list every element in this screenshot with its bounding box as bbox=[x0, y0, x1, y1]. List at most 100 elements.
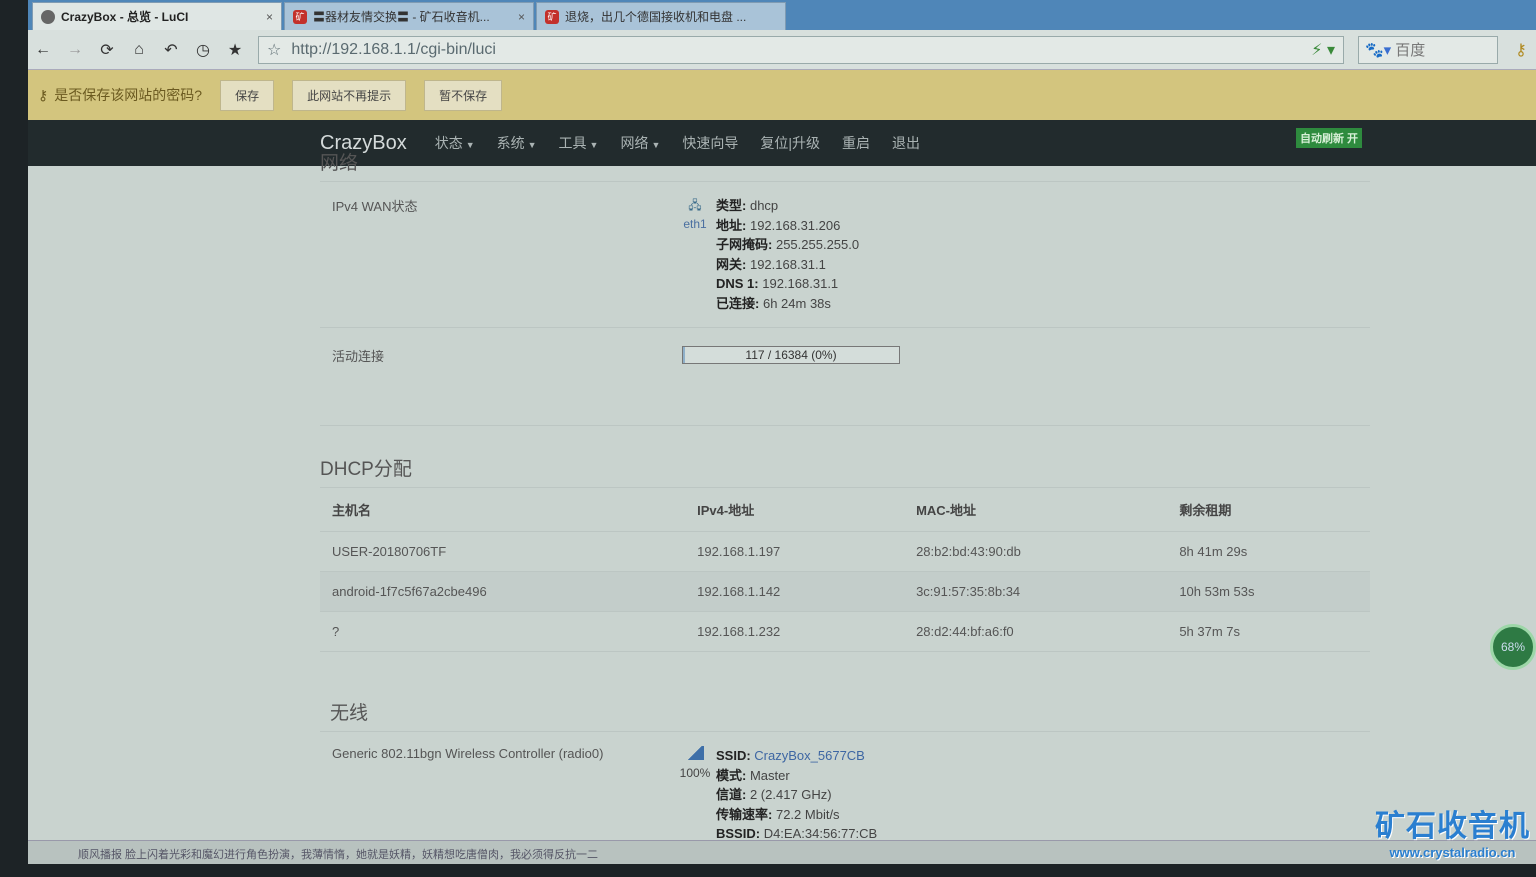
field-key: 已连接: bbox=[716, 295, 760, 311]
active-connections-row: 活动连接 117 / 16384 (0%) bbox=[320, 328, 1370, 426]
field-value: 72.2 Mbit/s bbox=[775, 806, 840, 822]
home-icon[interactable]: ⌂ bbox=[130, 41, 148, 59]
network-section-title: 网络 bbox=[320, 140, 1370, 182]
search-placeholder: 百度 bbox=[1395, 42, 1426, 59]
table-cell: 5h 37m 7s bbox=[1167, 611, 1370, 652]
info-line: 子网掩码: 255.255.255.0 bbox=[716, 235, 859, 255]
field-value: 6h 24m 38s bbox=[762, 295, 831, 311]
field-key: 传输速率: bbox=[716, 806, 773, 822]
field-key: 信道: bbox=[716, 787, 747, 802]
field-key: SSID: bbox=[716, 748, 751, 763]
baidu-icon: 🐾▾ bbox=[1365, 41, 1392, 59]
field-key: 网关: bbox=[716, 256, 747, 272]
address-bar[interactable]: ☆ http://192.168.1.1/cgi-bin/luci ⚡ ▾ bbox=[258, 35, 1344, 64]
signal-percent: 100% bbox=[679, 766, 711, 780]
field-value: 255.255.255.0 bbox=[775, 237, 860, 252]
field-value: 192.168.31.1 bbox=[762, 276, 839, 291]
ethernet-port-icon: 🖧 bbox=[688, 198, 702, 212]
tab-luci[interactable]: CrazyBox - 总览 - LuCI × bbox=[32, 2, 282, 30]
field-value: 192.168.31.206 bbox=[749, 217, 841, 233]
field-key: 子网掩码: bbox=[716, 237, 773, 252]
field-value: D4:EA:34:56:77:CB bbox=[763, 826, 878, 841]
signal-strength-icon bbox=[686, 746, 704, 760]
forum-favicon-icon: 矿 bbox=[545, 9, 559, 24]
table-row: android-1f7c5f67a2cbe496 192.168.1.142 3c:… bbox=[320, 571, 1370, 612]
browser-window: CrazyBox - 总览 - LuCI × 矿〓器材友情交换〓 - 矿石收音机.… bbox=[28, 0, 1536, 864]
field-key: 类型: bbox=[716, 198, 747, 213]
never-remind-button[interactable]: 此网站不再提示 bbox=[292, 79, 407, 111]
table-cell: USER-20180706TF bbox=[320, 531, 686, 572]
table-cell: 192.168.1.197 bbox=[685, 531, 905, 572]
not-now-button[interactable]: 暂不保存 bbox=[424, 79, 503, 111]
save-password-button[interactable]: 保存 bbox=[220, 79, 275, 111]
table-row: ? 192.168.1.232 28:d2:44:bf:a6:f0 5h 37m 7s bbox=[320, 611, 1370, 652]
dhcp-section-title: DHCP分配 bbox=[320, 448, 1370, 488]
undo-icon[interactable]: ↶ bbox=[162, 40, 180, 60]
field-value: 2 (2.417 GHz) bbox=[749, 787, 832, 802]
overview-page: 网络 IPv4 WAN状态 🖧 eth1 类型: dhcp 地址: 192.168.… bbox=[320, 140, 1370, 877]
wan-fields: 类型: dhcp 地址: 192.168.31.206 子网掩码: 255.255.… bbox=[716, 196, 859, 313]
field-key: BSSID: bbox=[716, 826, 761, 841]
info-line: 模式: Master bbox=[716, 766, 971, 786]
tab-forum[interactable]: 矿〓器材友情交换〓 - 矿石收音机... × bbox=[284, 2, 534, 30]
reload-icon[interactable]: ⟳ bbox=[98, 40, 116, 60]
table-cell: 28:d2:44:bf:a6:f0 bbox=[904, 611, 1168, 652]
info-line: 地址: 192.168.31.206 bbox=[716, 216, 859, 236]
wireless-section-title: 无线 bbox=[320, 692, 1370, 732]
field-key: DNS 1: bbox=[716, 276, 759, 291]
status-bar: 顺风播报 脸上闪着光彩和魔幻进行角色扮演，我薄情惰，她就是妖精，妖精想吃唐僧肉，… bbox=[28, 840, 1536, 864]
wan-status-label: IPv4 WAN状态 bbox=[332, 199, 418, 214]
forum-favicon-icon: 矿 bbox=[293, 9, 307, 24]
close-tab-icon[interactable]: × bbox=[518, 10, 525, 24]
table-cell: 192.168.1.142 bbox=[685, 571, 905, 612]
info-line: SSID: CrazyBox_5677CB bbox=[716, 746, 971, 766]
info-line: 网关: 192.168.31.1 bbox=[716, 255, 859, 275]
info-line: DNS 1: 192.168.31.1 bbox=[716, 274, 859, 294]
table-cell: 192.168.1.232 bbox=[685, 611, 905, 652]
back-icon[interactable]: ← bbox=[34, 41, 52, 59]
table-cell: 8h 41m 29s bbox=[1167, 531, 1370, 572]
field-key: 地址: bbox=[716, 217, 747, 233]
forward-icon[interactable]: → bbox=[66, 41, 84, 59]
key-icon: ⚷ bbox=[38, 86, 49, 103]
history-icon[interactable]: ◷ bbox=[194, 40, 212, 60]
progress-fill bbox=[683, 347, 685, 363]
column-header[interactable]: 剩余租期 bbox=[1167, 488, 1370, 532]
watermark-title: 矿石收音机 bbox=[1375, 810, 1530, 843]
iface-name: eth1 bbox=[683, 217, 707, 231]
table-cell: ? bbox=[320, 611, 686, 652]
key-icon[interactable]: ⚷ bbox=[1512, 40, 1530, 60]
close-tab-icon[interactable]: × bbox=[266, 10, 273, 24]
search-box[interactable]: 🐾▾ 百度 bbox=[1358, 35, 1498, 64]
connections-progress-bar: 117 / 16384 (0%) bbox=[682, 346, 900, 364]
bookmark-star-icon[interactable]: ☆ bbox=[267, 40, 281, 60]
dhcp-leases-table: 主机名 IPv4-地址 MAC-地址 剩余租期 USER-20180706TF 192.… bbox=[320, 488, 1370, 652]
speed-mode-icon[interactable]: ⚡ ▾ bbox=[1311, 40, 1335, 60]
tab-forum-2[interactable]: 矿退烧，出几个德国接收机和电盘 ... bbox=[536, 2, 786, 30]
speed-ball-widget[interactable]: 68% bbox=[1490, 624, 1536, 670]
connections-value: 117 / 16384 (0%) bbox=[745, 348, 837, 362]
wan-status-row: IPv4 WAN状态 🖧 eth1 类型: dhcp 地址: 192.168.31.… bbox=[320, 182, 1370, 328]
table-cell: 28:b2:bd:43:90:db bbox=[904, 531, 1168, 572]
field-value: Master bbox=[749, 767, 790, 783]
table-cell: android-1f7c5f67a2cbe496 bbox=[320, 571, 686, 612]
active-connections-label: 活动连接 bbox=[332, 349, 385, 364]
favorites-icon[interactable]: ★ bbox=[226, 40, 244, 60]
info-line: 信道: 2 (2.417 GHz) bbox=[716, 785, 971, 805]
password-prompt: 是否保存该网站的密码? bbox=[54, 87, 203, 103]
tab-title: CrazyBox - 总览 - LuCI bbox=[61, 10, 189, 24]
info-line: 类型: dhcp bbox=[716, 196, 859, 216]
watermark-url: www.crystalradio.cn bbox=[1389, 845, 1516, 860]
table-cell: 10h 53m 53s bbox=[1167, 571, 1370, 612]
tab-strip: CrazyBox - 总览 - LuCI × 矿〓器材友情交换〓 - 矿石收音机.… bbox=[28, 0, 1536, 30]
info-line: 传输速率: 72.2 Mbit/s bbox=[716, 805, 971, 825]
url-text: http://192.168.1.1/cgi-bin/luci bbox=[291, 40, 496, 58]
column-header[interactable]: IPv4-地址 bbox=[685, 488, 905, 532]
column-header[interactable]: MAC-地址 bbox=[904, 488, 1168, 532]
field-value: dhcp bbox=[749, 198, 779, 213]
field-value: CrazyBox_5677CB bbox=[754, 748, 865, 763]
watermark: 矿石收音机 www.crystalradio.cn bbox=[1375, 801, 1530, 860]
field-key: 模式: bbox=[716, 767, 747, 783]
table-cell: 3c:91:57:35:8b:34 bbox=[904, 571, 1168, 612]
column-header[interactable]: 主机名 bbox=[320, 488, 686, 532]
